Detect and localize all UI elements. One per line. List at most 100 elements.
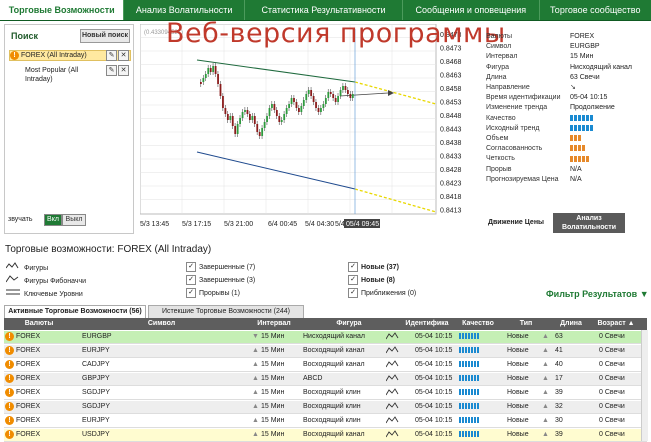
candle: [280, 120, 283, 122]
col-currency[interactable]: Валюты: [4, 318, 74, 330]
table-row[interactable]: ! FOREX USDJPY 15 Мин Восходящий канал 05-04 …: [4, 429, 647, 442]
up-arrow-icon: ▲: [542, 361, 549, 368]
search-item-label: Most Popular (All Intraday): [25, 67, 79, 83]
checkbox[interactable]: ✓: [186, 275, 196, 286]
info-value: FOREX: [570, 33, 595, 40]
cell-identified: 05-04 10:15: [415, 431, 453, 438]
cell-currency: FOREX: [16, 389, 41, 396]
checkbox[interactable]: ✓: [186, 288, 196, 299]
x-tick-label: 5/4 04:30: [305, 221, 334, 228]
checkbox[interactable]: ✓: [348, 288, 358, 299]
info-row: Интервал 15 Мин: [486, 52, 646, 62]
edit-icon[interactable]: ✎: [106, 65, 117, 76]
tab-messages-alerts[interactable]: Сообщения и оповещения: [403, 0, 540, 20]
up-arrow-icon: ▲: [252, 417, 259, 424]
down-arrow-icon: ▼: [252, 333, 259, 340]
col-symbol[interactable]: Символ: [74, 318, 249, 330]
candle: [320, 108, 322, 112]
table-scrollbar[interactable]: [641, 330, 648, 441]
sound-on-button[interactable]: Вкл: [44, 214, 62, 226]
candle: [349, 94, 352, 98]
col-quality[interactable]: Качество: [455, 318, 501, 330]
col-age[interactable]: Возраст ▲: [591, 318, 641, 330]
x-tick-label: 5/3 17:15: [182, 221, 211, 228]
cell-interval: 15 Мин: [261, 417, 285, 424]
cell-interval: 15 Мин: [261, 389, 285, 396]
tab-expired-opportunities[interactable]: Истекшие Торговые Возможности (244): [148, 305, 304, 318]
cell-pattern: Восходящий клин: [303, 403, 361, 410]
col-identified[interactable]: Идентифика: [399, 318, 455, 330]
search-item-most-popular[interactable]: Most Popular (All Intraday): [25, 66, 103, 84]
filter-completed-patterns[interactable]: ✓ Завершенные (7): [186, 262, 255, 274]
pattern-icon: [386, 415, 400, 427]
filter-new-fib[interactable]: ✓ Новые (8): [348, 275, 395, 287]
cell-pattern: Восходящий клин: [303, 417, 361, 424]
table-row[interactable]: ! FOREX SGDJPY 15 Мин Восходящий клин 05-04 1…: [4, 401, 647, 414]
tab-trading-community[interactable]: Торговое сообщество: [540, 0, 651, 20]
sound-off-button[interactable]: Выкл: [62, 214, 86, 226]
filter-completed-fib[interactable]: ✓ Завершенные (3): [186, 275, 255, 287]
filter-results-link[interactable]: Фильтр Результатов ▼: [546, 289, 649, 299]
col-length[interactable]: Длина: [551, 318, 591, 330]
col-type[interactable]: Тип: [501, 318, 551, 330]
candle: [275, 110, 278, 116]
info-key: Направление: [486, 84, 530, 91]
filter-breakouts[interactable]: ✓ Прорывы (1): [186, 288, 240, 300]
info-value: 63 Свечи: [570, 73, 600, 81]
info-value: 15 Мин: [570, 53, 594, 61]
new-search-button[interactable]: Новый поиск: [80, 29, 130, 43]
table-row[interactable]: ! FOREX EURGBP 15 Мин Нисходящий канал 05-04 …: [4, 331, 647, 344]
candle: [334, 98, 337, 102]
candle: [342, 86, 344, 90]
tab-active-opportunities[interactable]: Активные Торговые Возможности (56): [4, 305, 146, 318]
fibonacci-icon: [5, 275, 20, 288]
candle: [256, 124, 259, 132]
info-key: Символ: [486, 43, 512, 51]
table-row[interactable]: ! FOREX GBPJPY 15 Мин ABCD 05-04 10:15 Новые 17…: [4, 373, 647, 386]
filter-new-patterns[interactable]: ✓ Новые (37): [348, 262, 399, 274]
tab-performance-statistics[interactable]: Статистика Результативности: [245, 0, 404, 20]
table-row[interactable]: ! FOREX EURJPY 15 Мин Восходящий клин 05-04 1…: [4, 415, 647, 428]
col-pattern[interactable]: Фигура: [299, 318, 399, 330]
info-key: Качество: [486, 114, 516, 122]
delete-icon[interactable]: ✕: [118, 65, 129, 76]
overlay-title: Веб-версия программы: [166, 18, 506, 49]
cell-age: 0 Свечи: [599, 417, 625, 424]
candle: [231, 116, 234, 126]
col-interval[interactable]: Интервал: [249, 318, 299, 330]
analyze-volatility-button[interactable]: Анализ Волатильности: [553, 213, 625, 233]
tab-volatility-analysis[interactable]: Анализ Волатильности: [124, 0, 245, 20]
edit-icon[interactable]: ✎: [106, 50, 117, 61]
quality-bars: [459, 359, 499, 371]
pattern-icon: [5, 262, 20, 275]
checkbox[interactable]: ✓: [348, 275, 358, 286]
table-row[interactable]: ! FOREX SGDJPY 15 Мин Восходящий клин 05-04 1…: [4, 387, 647, 400]
candle: [236, 124, 239, 134]
pattern-icon: [386, 401, 400, 413]
results-subtabs: Активные Торговые Возможности (56) Истек…: [4, 304, 647, 319]
candle: [253, 116, 256, 124]
info-row: Время идентификации 05-04 10:15: [486, 93, 646, 103]
y-tick-label: 0.8468: [440, 59, 462, 66]
delete-icon[interactable]: ✕: [118, 50, 129, 61]
warning-icon: !: [5, 374, 14, 383]
info-row: Согласованность: [486, 144, 646, 154]
checkbox[interactable]: ✓: [348, 262, 358, 273]
info-row: Изменение тренда Продолжение: [486, 103, 646, 113]
cell-age: 0 Свечи: [599, 403, 625, 410]
table-row[interactable]: ! FOREX EURJPY 15 Мин Восходящий канал 05-04 …: [4, 345, 647, 358]
candle: [317, 108, 320, 112]
cell-pattern: Восходящий канал: [303, 361, 365, 368]
tab-trading-opportunities[interactable]: Торговые Возможности: [0, 0, 125, 20]
filter-approaches[interactable]: ✓ Приближения (0): [348, 288, 416, 300]
warning-icon: !: [5, 416, 14, 425]
rating-bars: [570, 134, 582, 144]
candle: [312, 96, 315, 102]
price-chart[interactable]: 0.8478 0.8473 0.8468 0.8463 0.8458 0.8453 0.84…: [139, 23, 478, 234]
checkbox[interactable]: ✓: [186, 262, 196, 273]
info-key: Интервал: [486, 53, 518, 61]
quality-bars: [459, 373, 499, 385]
cell-currency: FOREX: [16, 403, 41, 410]
table-row[interactable]: ! FOREX CADJPY 15 Мин Восходящий канал 05-04 …: [4, 359, 647, 372]
cell-length: 63: [555, 333, 563, 340]
